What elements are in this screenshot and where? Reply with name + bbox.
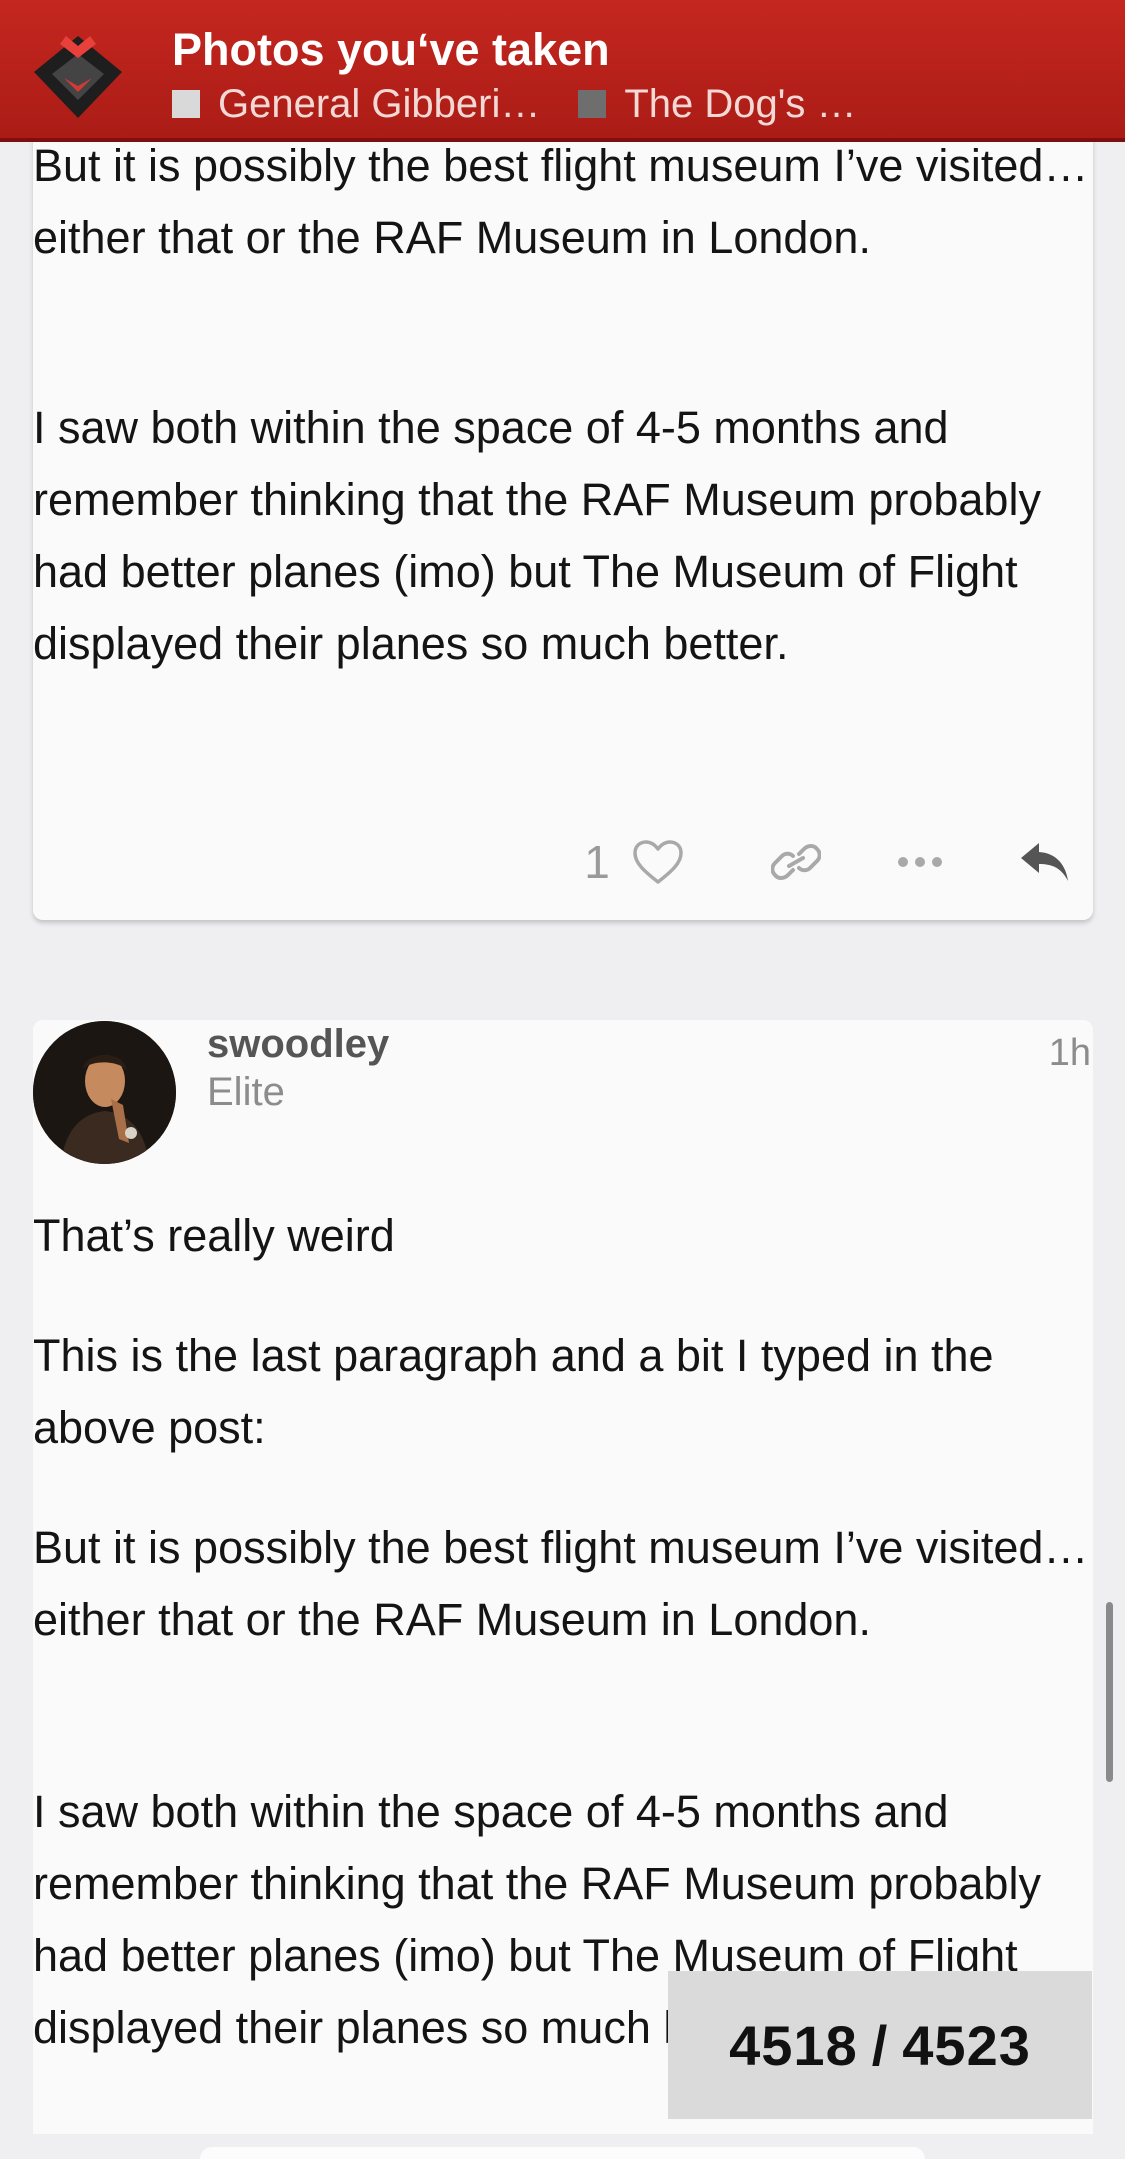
category-badge-general[interactable]: General Gibberi…: [172, 82, 540, 127]
like-count: 1: [584, 836, 610, 888]
post-2-paragraph-1: That’s really weird: [33, 1210, 395, 1261]
post-progress-indicator[interactable]: 4518 / 4523: [668, 1971, 1092, 2119]
more-actions-button[interactable]: [870, 830, 970, 894]
site-logo-icon[interactable]: [30, 32, 126, 122]
category-color-square: [578, 90, 607, 118]
post-1-actions: 1: [33, 830, 1093, 894]
topic-title[interactable]: Photos you‘ve taken: [172, 24, 610, 76]
user-title: Elite: [207, 1070, 285, 1114]
post-1-paragraph-1: But it is possibly the best flight museu…: [33, 140, 1089, 263]
avatar[interactable]: [33, 1021, 176, 1164]
post-2-paragraph-3: But it is possibly the best flight museu…: [33, 1522, 1089, 1645]
category-badge-dogs[interactable]: The Dog's …: [578, 81, 857, 127]
category-label: General Gibberi…: [218, 81, 541, 126]
post-2-paragraph-2: This is the last paragraph and a bit I t…: [33, 1330, 994, 1453]
post-time[interactable]: 1h: [1049, 1032, 1091, 1075]
category-color-square: [172, 90, 200, 118]
like-button[interactable]: 1: [559, 830, 709, 894]
topic-header: Photos you‘ve taken General Gibberi… The…: [0, 0, 1125, 142]
copy-link-button[interactable]: [746, 830, 846, 894]
username[interactable]: swoodley: [207, 1022, 389, 1067]
reply-button[interactable]: [995, 830, 1095, 894]
progress-total: 4523: [902, 2013, 1031, 2077]
scrollbar[interactable]: [1106, 1602, 1113, 1782]
home-indicator: [200, 2147, 925, 2159]
progress-separator: /: [871, 2013, 889, 2077]
progress-current: 4518: [729, 2013, 858, 2077]
breadcrumb: General Gibberi… The Dog's …: [172, 82, 895, 126]
more-icon: [898, 857, 942, 867]
reply-icon: [1021, 843, 1068, 881]
post-1-paragraph-2: I saw both within the space of 4-5 month…: [33, 402, 1041, 669]
category-label: The Dog's …: [624, 81, 857, 126]
link-icon: [771, 844, 821, 880]
heart-icon: [633, 840, 683, 884]
